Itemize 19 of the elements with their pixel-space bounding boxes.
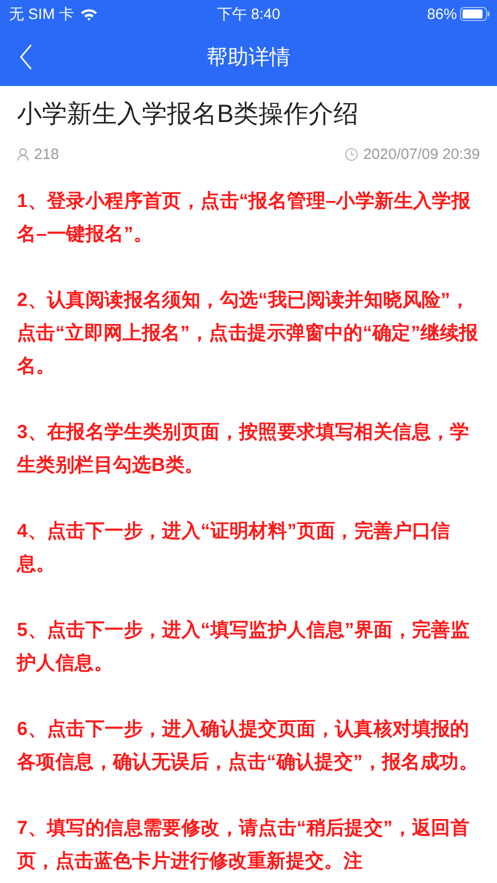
battery-icon	[460, 7, 490, 21]
instruction-paragraph: 3、在报名学生类别页面，按照要求填写相关信息，学生类别栏目勾选B类。	[17, 420, 470, 478]
clock-icon	[345, 148, 358, 161]
instruction-paragraph: 1、登录小程序首页，点击“报名管理–小学新生入学报名–一键报名”。	[17, 190, 472, 247]
carrier-label: 无 SIM 卡	[9, 4, 74, 24]
view-count: 218	[34, 146, 60, 163]
page-title: 帮助详情	[206, 45, 290, 71]
back-icon[interactable]	[19, 44, 33, 70]
person-icon	[17, 148, 29, 161]
instruction-paragraph: 6、点击下一步，进入确认提交页面，认真核对填报的各项信息，确认无误后，点击“确认提交”，报名成功。	[17, 718, 479, 775]
instruction-paragraph: 4、点击下一步，进入“证明材料”页面，完善户口信息。	[17, 519, 452, 577]
publish-date: 2020/07/09 20:39	[363, 146, 480, 163]
instruction-paragraph: 2、认真阅读报名须知，勾选“我已阅读并知晓风险”，点击“立即网上报名”，点击提示弹窗中的“确定”继续报名。	[17, 288, 480, 379]
status-time: 下午 8:40	[216, 4, 280, 24]
battery-percent: 86%	[426, 6, 457, 22]
instruction-paragraph: 7、填写的信息需要修改，请点击“稍后提交”，返回首页，点击蓝色卡片进行修改重新提交。注	[17, 816, 471, 874]
instruction-paragraph: 5、点击下一步，进入“填写监护人信息”界面，完善监护人信息。	[17, 618, 471, 676]
wifi-icon	[80, 8, 98, 20]
article-title: 小学新生入学报名B类操作介绍	[17, 99, 360, 130]
